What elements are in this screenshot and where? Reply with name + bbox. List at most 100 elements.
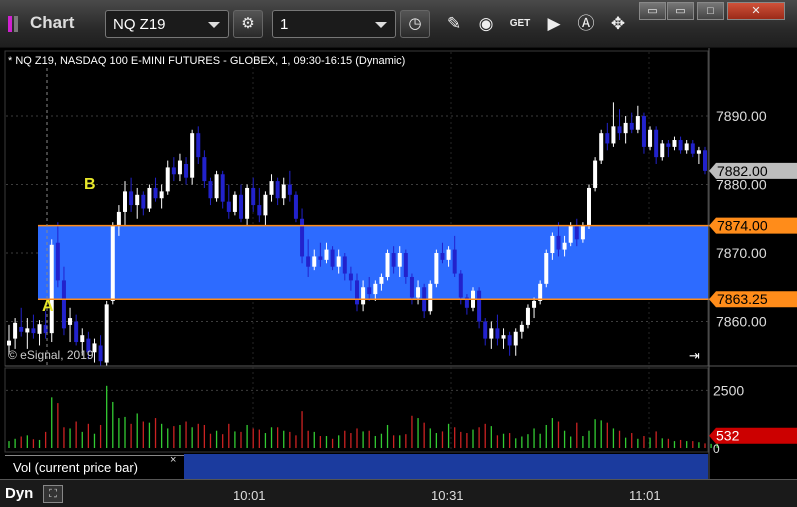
- time-label: 10:01: [233, 488, 266, 503]
- candle-body: [562, 242, 567, 250]
- candle-body: [153, 187, 158, 199]
- alert-a-icon[interactable]: Ⓐ: [572, 10, 600, 38]
- time-axis: Dyn ⛶ 10:01 10:31 11:01: [0, 479, 797, 507]
- candle-body: [13, 322, 18, 339]
- candle: [648, 126, 653, 151]
- candle-body: [599, 133, 604, 161]
- chevron-down-icon[interactable]: [375, 22, 387, 28]
- candle-body: [7, 340, 11, 346]
- price-range-band: [38, 225, 708, 300]
- candle-body: [538, 283, 543, 301]
- price-tick-label: 7880.00: [716, 177, 767, 193]
- candle-body: [367, 287, 372, 295]
- candle-body: [330, 249, 335, 267]
- candle-body: [513, 331, 518, 346]
- lower-level-label: 7863.25: [717, 291, 768, 307]
- candle-body: [61, 280, 66, 329]
- candle-body: [214, 174, 219, 199]
- close-button[interactable]: ✕: [727, 2, 785, 20]
- get-data-icon[interactable]: GET: [506, 10, 534, 38]
- interval-combo[interactable]: 1: [272, 10, 396, 38]
- candle-body: [55, 242, 60, 281]
- restore-button[interactable]: ▭: [639, 2, 666, 20]
- candle-body: [397, 253, 402, 267]
- move-cursor-icon[interactable]: ✥: [604, 10, 632, 38]
- candle-body: [287, 184, 292, 195]
- candle-body: [483, 321, 488, 339]
- candle-body: [257, 205, 262, 216]
- candle-body: [532, 300, 537, 308]
- candle-body: [263, 194, 268, 216]
- trend-icon[interactable]: ◉: [472, 10, 500, 38]
- candle-body: [544, 253, 549, 284]
- candle-body: [660, 143, 665, 158]
- chart-canvas[interactable]: 7890.00 7880.00 7870.00 7860.00 7882.00 7874.…: [0, 48, 797, 479]
- candle: [214, 170, 219, 202]
- candle-body: [684, 143, 689, 151]
- symbol-value: NQ Z19: [113, 16, 166, 33]
- candle-body: [379, 276, 384, 284]
- close-study-icon[interactable]: ×: [170, 454, 176, 466]
- candle-body: [635, 116, 640, 130]
- candle-body: [245, 187, 250, 219]
- candle: [147, 184, 152, 212]
- candle-body: [452, 249, 457, 274]
- candle-body: [190, 133, 195, 178]
- candle-body: [171, 167, 176, 175]
- candle-body: [593, 160, 598, 188]
- candle-body: [159, 191, 164, 199]
- price-tick-label: 7870.00: [716, 245, 767, 261]
- study-label[interactable]: Vol (current price bar): [5, 455, 184, 479]
- symbol-combo[interactable]: NQ Z19: [105, 10, 229, 38]
- clock-icon[interactable]: ◷: [400, 10, 430, 38]
- candle-body: [507, 335, 512, 346]
- candle-body: [574, 225, 579, 240]
- candle-body: [428, 283, 433, 312]
- candle-body: [25, 328, 30, 333]
- candle-body: [177, 160, 182, 175]
- candle-body: [666, 143, 671, 147]
- candle-body: [300, 218, 305, 257]
- candle-body: [239, 194, 243, 219]
- candle-body: [678, 140, 683, 151]
- candle: [330, 246, 335, 271]
- candle: [544, 249, 549, 288]
- candle-body: [184, 163, 189, 178]
- play-icon[interactable]: ▶: [540, 10, 568, 38]
- candle-body: [220, 174, 225, 202]
- chevron-down-icon[interactable]: [208, 22, 220, 28]
- candle-body: [104, 304, 109, 363]
- candle-body: [696, 150, 701, 154]
- chart-toolbar: Chart NQ Z19 ⚙ 1 ◷ ✎ ◉ GET ▶ Ⓐ ✥ ▭ ▭ □ ✕: [0, 0, 797, 48]
- candle-body: [690, 143, 695, 154]
- candle-body: [623, 122, 628, 134]
- dynamic-mode-label[interactable]: Dyn: [5, 485, 33, 502]
- marker-a: A: [42, 298, 54, 315]
- maximize-button[interactable]: □: [697, 2, 724, 20]
- candle-body: [550, 235, 555, 254]
- candle-body: [385, 253, 390, 277]
- marker-b: B: [84, 176, 96, 193]
- candle-body: [196, 133, 201, 158]
- candle-body: [202, 157, 207, 182]
- candle: [434, 249, 439, 288]
- candle-body: [403, 253, 408, 277]
- candle-body: [324, 249, 329, 260]
- lock-scale-icon[interactable]: ⛶: [43, 485, 63, 503]
- minimize-button[interactable]: ▭: [667, 2, 694, 20]
- candle-body: [306, 256, 311, 267]
- candle-body: [501, 335, 506, 339]
- candle: [104, 300, 109, 366]
- candle-body: [348, 273, 353, 281]
- chart-header: * NQ Z19, NASDAQ 100 E-MINI FUTURES - GL…: [8, 55, 406, 67]
- candle-body: [672, 140, 677, 147]
- time-label: 11:01: [629, 488, 661, 503]
- settings-gear-icon[interactable]: ⚙: [233, 10, 263, 38]
- upper-level-label: 7874.00: [717, 218, 768, 234]
- pencil-draw-icon[interactable]: ✎: [440, 10, 468, 38]
- candle: [538, 280, 543, 305]
- candle: [428, 280, 433, 315]
- candle: [703, 146, 707, 175]
- candle-body: [281, 184, 286, 199]
- candle-body: [703, 150, 707, 171]
